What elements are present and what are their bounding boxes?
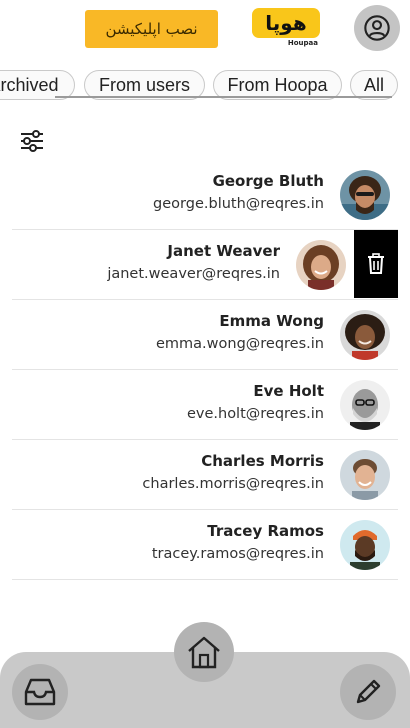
user-name: George Bluth bbox=[212, 172, 324, 190]
list-item[interactable]: Emma Wong emma.wong@reqres.in bbox=[12, 300, 398, 370]
avatar bbox=[340, 310, 390, 360]
filter-button[interactable] bbox=[18, 128, 46, 154]
user-email: janet.weaver@reqres.in bbox=[107, 266, 280, 282]
profile-button[interactable] bbox=[354, 5, 400, 51]
avatar bbox=[340, 170, 390, 220]
home-button[interactable] bbox=[174, 622, 234, 682]
list-item[interactable]: Janet Weaver janet.weaver@reqres.in bbox=[12, 230, 398, 300]
avatar bbox=[296, 240, 346, 290]
user-name: Janet Weaver bbox=[167, 242, 280, 260]
list-item[interactable]: Eve Holt eve.holt@reqres.in bbox=[12, 370, 398, 440]
user-email: emma.wong@reqres.in bbox=[155, 336, 324, 352]
user-name: Charles Morris bbox=[201, 452, 324, 470]
install-app-button[interactable]: نصب اپلیکیشن bbox=[85, 10, 218, 48]
user-email: tracey.ramos@reqres.in bbox=[151, 546, 324, 562]
user-name: Eve Holt bbox=[253, 382, 324, 400]
list-item[interactable]: Tracey Ramos tracey.ramos@reqres.in bbox=[12, 510, 398, 580]
list-item[interactable]: George Bluth george.bluth@reqres.in bbox=[12, 160, 398, 230]
filter-tabs: Archived From users From Hoopa All bbox=[0, 70, 410, 104]
logo-mark: هوپا bbox=[252, 8, 320, 38]
avatar bbox=[340, 520, 390, 570]
logo-text: Houpaa bbox=[287, 39, 318, 47]
delete-circle bbox=[359, 247, 393, 281]
user-email: george.bluth@reqres.in bbox=[153, 196, 324, 212]
avatar bbox=[340, 380, 390, 430]
list-item[interactable]: Charles Morris charles.morris@reqres.in bbox=[12, 440, 398, 510]
delete-button[interactable] bbox=[354, 230, 398, 298]
compose-button[interactable] bbox=[340, 664, 396, 720]
trash-icon bbox=[368, 253, 384, 274]
user-email: charles.morris@reqres.in bbox=[142, 476, 324, 492]
sliders-icon bbox=[21, 130, 43, 152]
user-name: Emma Wong bbox=[219, 312, 324, 330]
user-circle-icon bbox=[364, 15, 390, 41]
tabs-scroll-indicator bbox=[55, 96, 392, 98]
inbox-icon bbox=[24, 678, 56, 706]
user-email: eve.holt@reqres.in bbox=[186, 406, 324, 422]
app-logo: هوپا Houpaa bbox=[252, 8, 320, 48]
home-icon bbox=[188, 636, 220, 669]
app-header: نصب اپلیکیشن هوپا Houpaa bbox=[0, 0, 410, 64]
avatar bbox=[340, 450, 390, 500]
inbox-button[interactable] bbox=[12, 664, 68, 720]
user-name: Tracey Ramos bbox=[207, 522, 324, 540]
pencil-icon bbox=[356, 679, 381, 704]
